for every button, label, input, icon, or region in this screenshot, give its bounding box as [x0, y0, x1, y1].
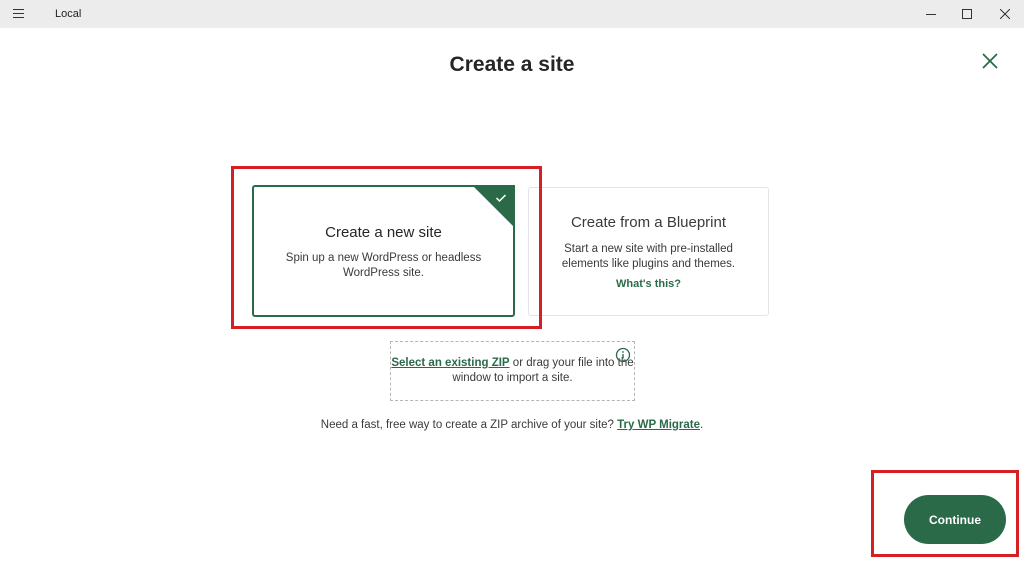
whats-this-link[interactable]: What's this? — [616, 278, 681, 290]
option-description: Start a new site with pre-installed elem… — [561, 243, 736, 270]
checkmark-icon — [495, 194, 507, 203]
page-title: Create a site — [449, 53, 575, 76]
hamburger-menu-icon[interactable] — [13, 9, 24, 18]
continue-button[interactable]: Continue — [904, 495, 1006, 544]
selected-corner-badge — [472, 185, 515, 228]
option-description: Spin up a new WordPress or headless Word… — [285, 252, 482, 279]
window-titlebar: Local — [0, 0, 1024, 28]
migrate-help-line: Need a fast, free way to create a ZIP ar… — [0, 419, 1024, 431]
app-name: Local — [55, 8, 82, 20]
help-text: Need a fast, free way to create a ZIP ar… — [320, 419, 614, 431]
select-zip-link[interactable]: Select an existing ZIP — [391, 357, 509, 369]
close-icon — [1000, 9, 1010, 19]
window-close-button[interactable] — [982, 0, 1024, 28]
option-create-new-site[interactable]: Create a new site Spin up a new WordPres… — [252, 185, 515, 317]
info-icon[interactable] — [615, 347, 631, 363]
help-suffix: . — [700, 419, 704, 431]
option-title: Create from a Blueprint — [570, 214, 727, 231]
try-wp-migrate-link[interactable]: Try WP Migrate — [617, 419, 700, 431]
minimize-icon — [926, 14, 936, 15]
maximize-icon — [962, 9, 972, 19]
option-create-from-blueprint[interactable]: Create from a Blueprint Start a new site… — [528, 187, 769, 316]
close-dialog-button[interactable] — [979, 50, 1001, 72]
zip-dropzone[interactable]: Select an existing ZIP or drag your file… — [390, 341, 635, 401]
close-x-icon — [982, 53, 998, 69]
